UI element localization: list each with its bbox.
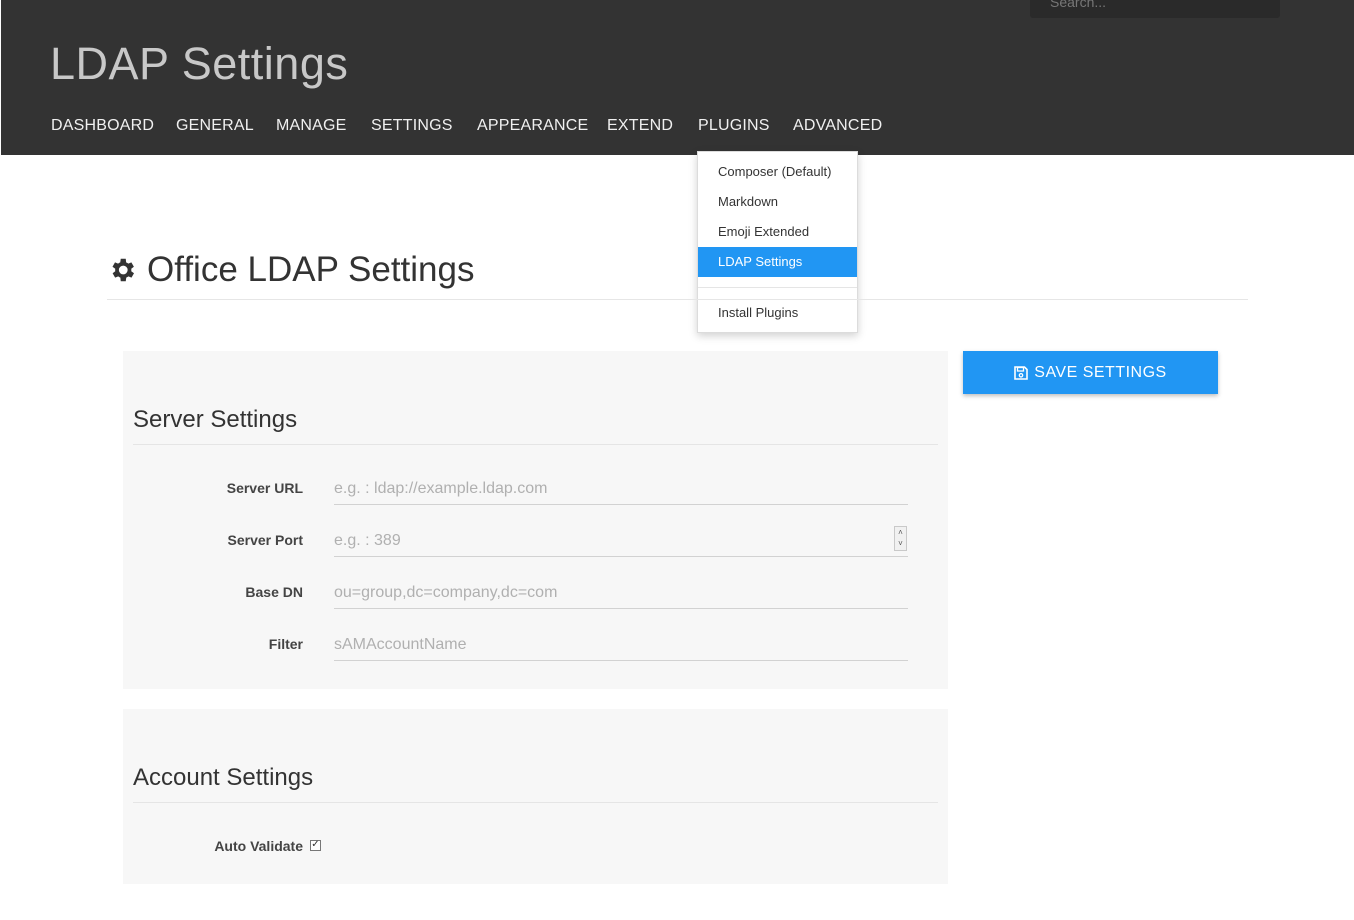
account-settings-divider xyxy=(133,802,938,803)
nav-item-plugins[interactable]: PLUGINS xyxy=(698,117,769,135)
menu-item-markdown[interactable]: Markdown xyxy=(698,187,857,217)
nav-item-advanced[interactable]: ADVANCED xyxy=(793,117,882,135)
top-header: Search... LDAP Settings DASHBOARD GENERA… xyxy=(1,0,1354,155)
title-divider xyxy=(107,299,1248,300)
account-settings-heading: Account Settings xyxy=(133,764,314,791)
app-title: LDAP Settings xyxy=(50,38,349,89)
server-settings-divider xyxy=(133,444,938,445)
nav-item-general[interactable]: GENERAL xyxy=(176,117,254,135)
account-settings-panel: Account Settings Auto Validate ✓ xyxy=(123,709,948,884)
auto-validate-checkbox[interactable]: ✓ xyxy=(310,840,321,851)
main-nav: DASHBOARD GENERAL MANAGE SETTINGS APPEAR… xyxy=(51,117,908,135)
nav-item-settings[interactable]: SETTINGS xyxy=(371,117,452,135)
search-input[interactable]: Search... xyxy=(1030,0,1280,18)
gear-icon xyxy=(112,258,134,282)
base-dn-input[interactable] xyxy=(334,573,908,609)
more-options-icon[interactable] xyxy=(1311,0,1317,6)
filter-label: Filter xyxy=(268,636,303,652)
page-title-text: Office LDAP Settings xyxy=(147,250,475,289)
menu-item-install-plugins[interactable]: Install Plugins xyxy=(698,298,857,328)
server-port-label: Server Port xyxy=(227,532,303,548)
auto-validate-label: Auto Validate xyxy=(214,838,303,854)
filter-input[interactable] xyxy=(334,625,908,661)
nav-item-manage[interactable]: MANAGE xyxy=(276,117,346,135)
server-url-input[interactable] xyxy=(334,469,908,505)
nav-item-extend[interactable]: EXTEND xyxy=(607,117,673,135)
menu-item-composer[interactable]: Composer (Default) xyxy=(698,157,857,187)
server-port-input[interactable] xyxy=(334,521,908,557)
nav-item-appearance[interactable]: APPEARANCE xyxy=(477,117,588,135)
server-url-label: Server URL xyxy=(226,480,303,496)
plugins-dropdown-menu: Composer (Default) Markdown Emoji Extend… xyxy=(697,151,858,333)
floppy-disk-icon xyxy=(1014,365,1029,380)
save-settings-label: SAVE SETTINGS xyxy=(1034,363,1167,381)
server-settings-heading: Server Settings xyxy=(133,406,298,433)
server-settings-panel: Server Settings Server URL Server Port ˄… xyxy=(123,351,948,689)
menu-item-emoji-extended[interactable]: Emoji Extended xyxy=(698,217,857,247)
port-stepper-icon[interactable]: ˄ ˅ xyxy=(894,526,907,551)
menu-divider xyxy=(698,287,857,288)
menu-item-ldap-settings[interactable]: LDAP Settings xyxy=(698,247,857,277)
page-title: Office LDAP Settings xyxy=(107,250,475,290)
base-dn-label: Base DN xyxy=(245,584,303,600)
save-settings-button[interactable]: SAVE SETTINGS xyxy=(963,351,1218,394)
nav-item-dashboard[interactable]: DASHBOARD xyxy=(51,117,154,135)
